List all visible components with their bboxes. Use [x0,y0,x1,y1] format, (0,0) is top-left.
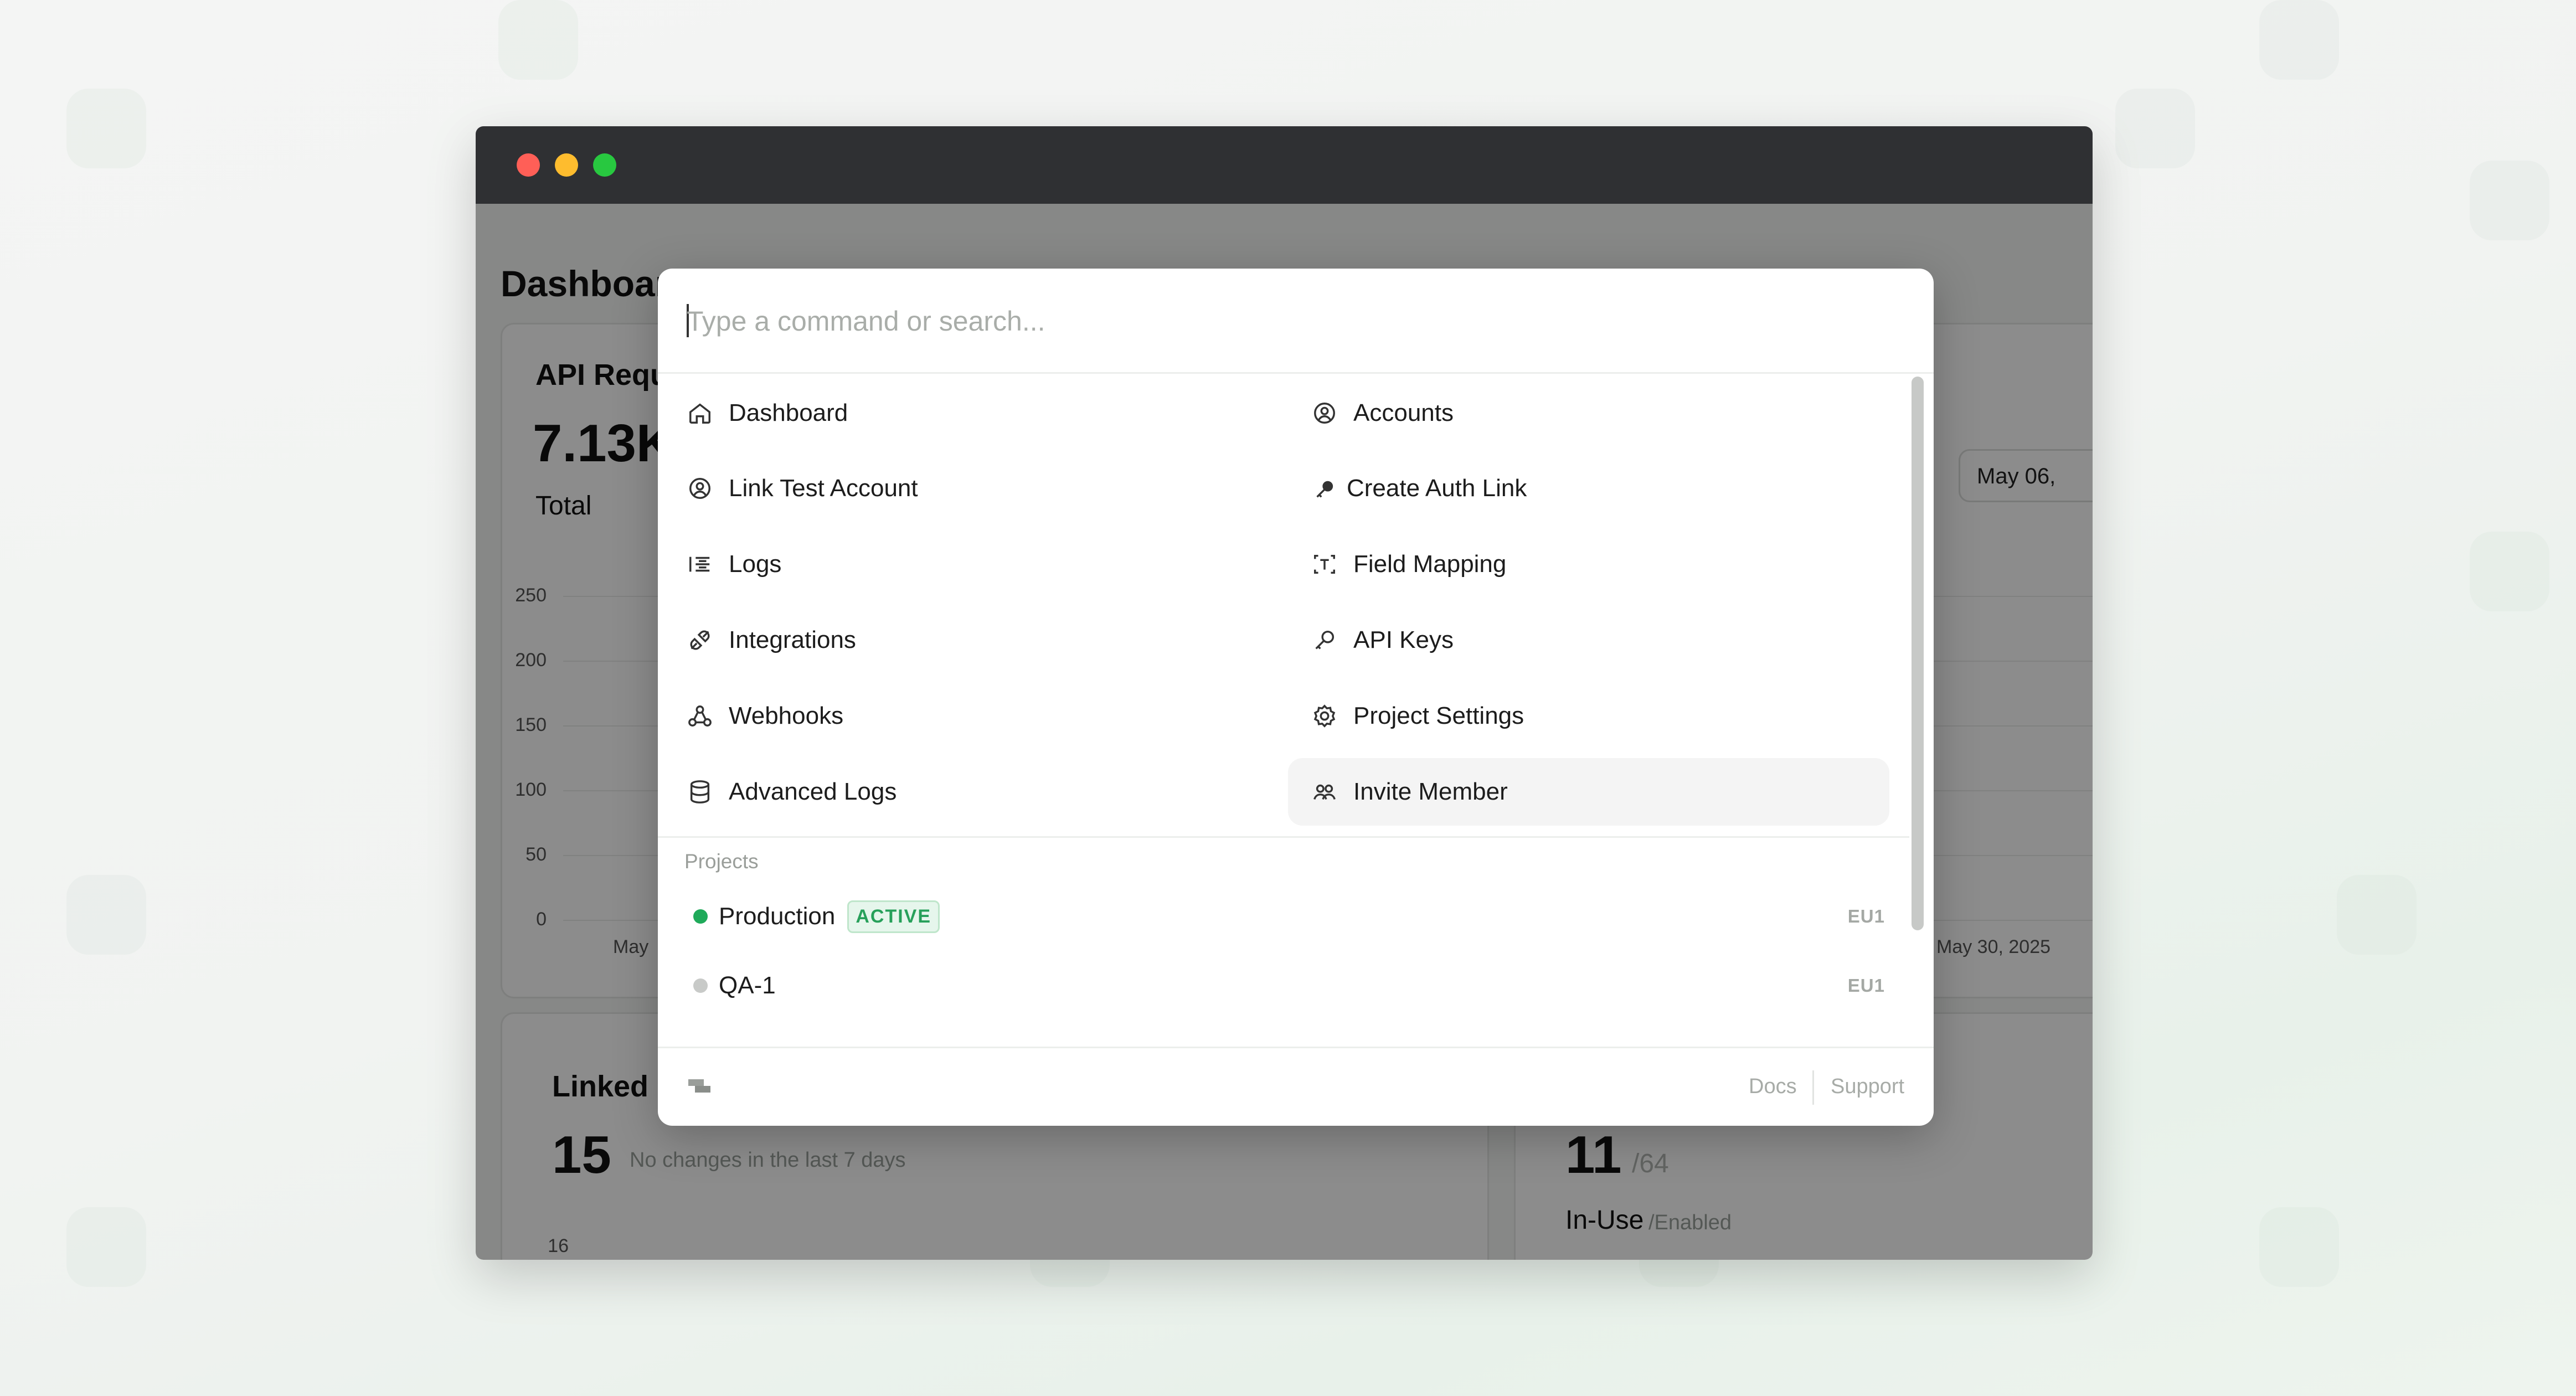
command-item-accounts[interactable]: Accounts [1300,379,1889,447]
command-item-field-mapping[interactable]: Field Mapping [1300,530,1889,598]
logo-icon [688,1076,716,1101]
docs-link[interactable]: Docs [1749,1075,1797,1099]
users-icon [1311,779,1338,805]
text-mapping-icon [1311,551,1338,578]
command-search-input[interactable] [687,296,1877,346]
command-search-row [658,269,1934,374]
project-status-dot [693,909,708,924]
command-item-label: Accounts [1353,399,1454,426]
minimize-window-button[interactable] [555,153,578,177]
command-item-create-auth-link[interactable]: Create Auth Link [1300,455,1889,522]
command-list-scrollbar[interactable] [1912,377,1924,930]
gear-icon [1311,703,1338,729]
database-icon [687,779,713,805]
command-item-webhooks[interactable]: Webhooks [687,682,1274,750]
project-region: EU1 [1847,975,1885,996]
command-item-advanced-logs[interactable]: Advanced Logs [687,758,1274,826]
command-palette-footer: Docs Support [658,1047,1934,1126]
command-item-label: Create Auth Link [1347,475,1527,502]
key-icon [1311,627,1338,653]
support-link[interactable]: Support [1831,1075,1904,1099]
command-item-label: Webhooks [729,702,844,729]
webhook-icon [687,703,713,729]
command-item-project-settings[interactable]: Project Settings [1300,682,1889,750]
command-item-api-keys[interactable]: API Keys [1300,606,1889,674]
command-item-label: Invite Member [1353,778,1508,805]
command-list: Dashboard Link Test Account Logs Integra… [658,374,1909,1047]
close-window-button[interactable] [517,153,540,177]
projects-section-label: Projects [684,850,759,873]
command-item-label: API Keys [1353,626,1454,653]
window-titlebar [476,126,2093,204]
plug-icon [687,627,713,653]
command-item-invite-member[interactable]: Invite Member [1288,758,1889,826]
project-name: QA-1 [719,972,776,999]
project-status-dot [693,978,708,993]
command-item-link-test-account[interactable]: Link Test Account [687,455,1274,522]
project-item-qa-1[interactable]: QA-1 EU1 [679,955,1885,1016]
active-badge: ACTIVE [847,900,940,933]
command-item-label: Field Mapping [1353,550,1507,578]
project-item-production[interactable]: Production ACTIVE EU1 [679,886,1885,947]
list-icon [687,551,713,578]
command-item-label: Dashboard [729,399,848,426]
project-name: Production [719,903,836,930]
command-item-label: Integrations [729,626,856,653]
key-icon [1311,475,1338,502]
command-item-label: Project Settings [1353,702,1524,729]
user-circle-icon [687,475,713,502]
command-item-integrations[interactable]: Integrations [687,606,1274,674]
user-circle-icon [1311,400,1338,426]
command-item-label: Logs [729,550,782,578]
project-region: EU1 [1847,906,1885,926]
command-item-dashboard[interactable]: Dashboard [687,379,1274,447]
home-icon [687,400,713,426]
command-palette: Dashboard Link Test Account Logs Integra… [658,269,1934,1126]
command-item-logs[interactable]: Logs [687,530,1274,598]
footer-divider [1812,1070,1814,1105]
maximize-window-button[interactable] [593,153,616,177]
section-divider [658,836,1909,838]
command-item-label: Advanced Logs [729,778,897,805]
command-item-label: Link Test Account [729,475,918,502]
